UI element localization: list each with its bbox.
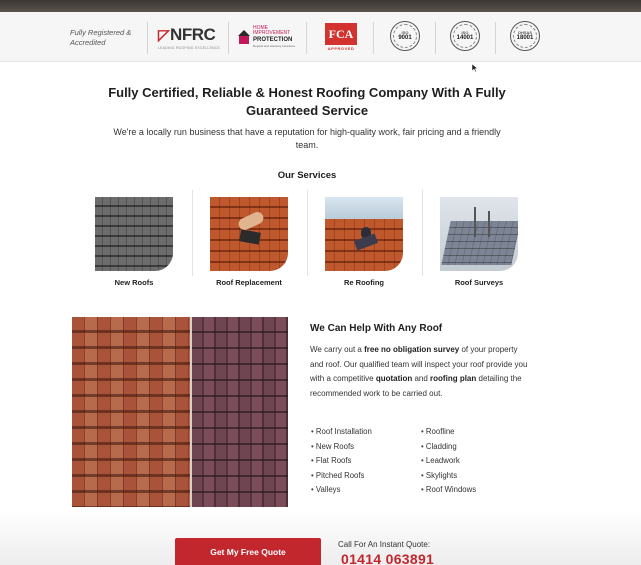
list-item: Skylights [421,469,476,484]
list-item: Cladding [421,440,476,455]
ohsas-18001-badge[interactable]: OHSAS 18001 [510,21,540,51]
phone-number-link[interactable]: 01414 063891 [341,551,434,565]
help-heading: We Can Help With Any Roof [310,323,443,334]
house-icon [238,30,250,44]
divider [147,22,148,54]
service-label: New Roofs [114,278,154,287]
re-roofing-image [325,197,403,271]
divider [228,22,229,54]
home-improvement-protection-logo[interactable]: HOME IMPROVEMENT PROTECTION Deposit and … [238,22,295,52]
list-item: Roof Windows [421,483,476,498]
service-label: Roof Surveys [454,278,504,287]
divider [307,190,308,276]
roof-replacement-image [210,197,288,271]
divider [422,190,423,276]
divider [495,22,496,54]
nfrc-logo[interactable]: ◸ NFRC LEADING ROOFING EXCELLENCE [158,22,220,52]
divider [192,190,193,276]
roof-surveys-image [440,197,518,271]
iso-14001-badge[interactable]: ISO 14001 [450,21,480,51]
services-list-right: Roofline Cladding Leadwork Skylights Roo… [421,425,476,498]
nfrc-mark-icon: ◸ [158,26,170,44]
new-roofs-image [95,197,173,271]
intro-text: We're a locally run business that have a… [113,127,501,150]
list-item: Pitched Roofs [311,469,372,484]
list-item: Leadwork [421,454,476,469]
service-card-roof-replacement[interactable]: Roof Replacement [204,197,294,287]
service-label: Roof Replacement [216,278,282,287]
divider [435,22,436,54]
list-item: Roof Installation [311,425,372,440]
services-heading: Our Services [277,170,337,181]
list-item: Valleys [311,483,372,498]
divider [306,22,307,54]
divider [373,22,374,54]
mouse-cursor-icon [472,64,478,72]
iso-9001-badge[interactable]: ISO 9001 [390,21,420,51]
accreditation-bar: Fully Registered & Accredited ◸ NFRC LEAD… [0,12,641,62]
help-paragraph: We carry out a free no obligation survey… [310,345,528,398]
list-item: Flat Roofs [311,454,372,469]
hero-image-strip [0,0,641,12]
accreditation-label: Fully Registered & Accredited [70,28,132,47]
list-item: Roofline [421,425,476,440]
service-label: Re Roofing [344,278,384,287]
list-item: New Roofs [311,440,372,455]
services-list-left: Roof Installation New Roofs Flat Roofs P… [311,425,372,498]
fca-logo[interactable]: FCA APPROVED [325,22,357,52]
page-headline: Fully Certified, Reliable & Honest Roofi… [108,85,506,118]
get-free-quote-button[interactable]: Get My Free Quote [175,538,321,565]
service-card-new-roofs[interactable]: New Roofs [89,197,179,287]
roof-tiles-photo [72,317,288,507]
service-card-re-roofing[interactable]: Re Roofing [319,197,409,287]
service-card-roof-surveys[interactable]: Roof Surveys [434,197,524,287]
call-label: Call For An Instant Quote: [338,540,431,549]
